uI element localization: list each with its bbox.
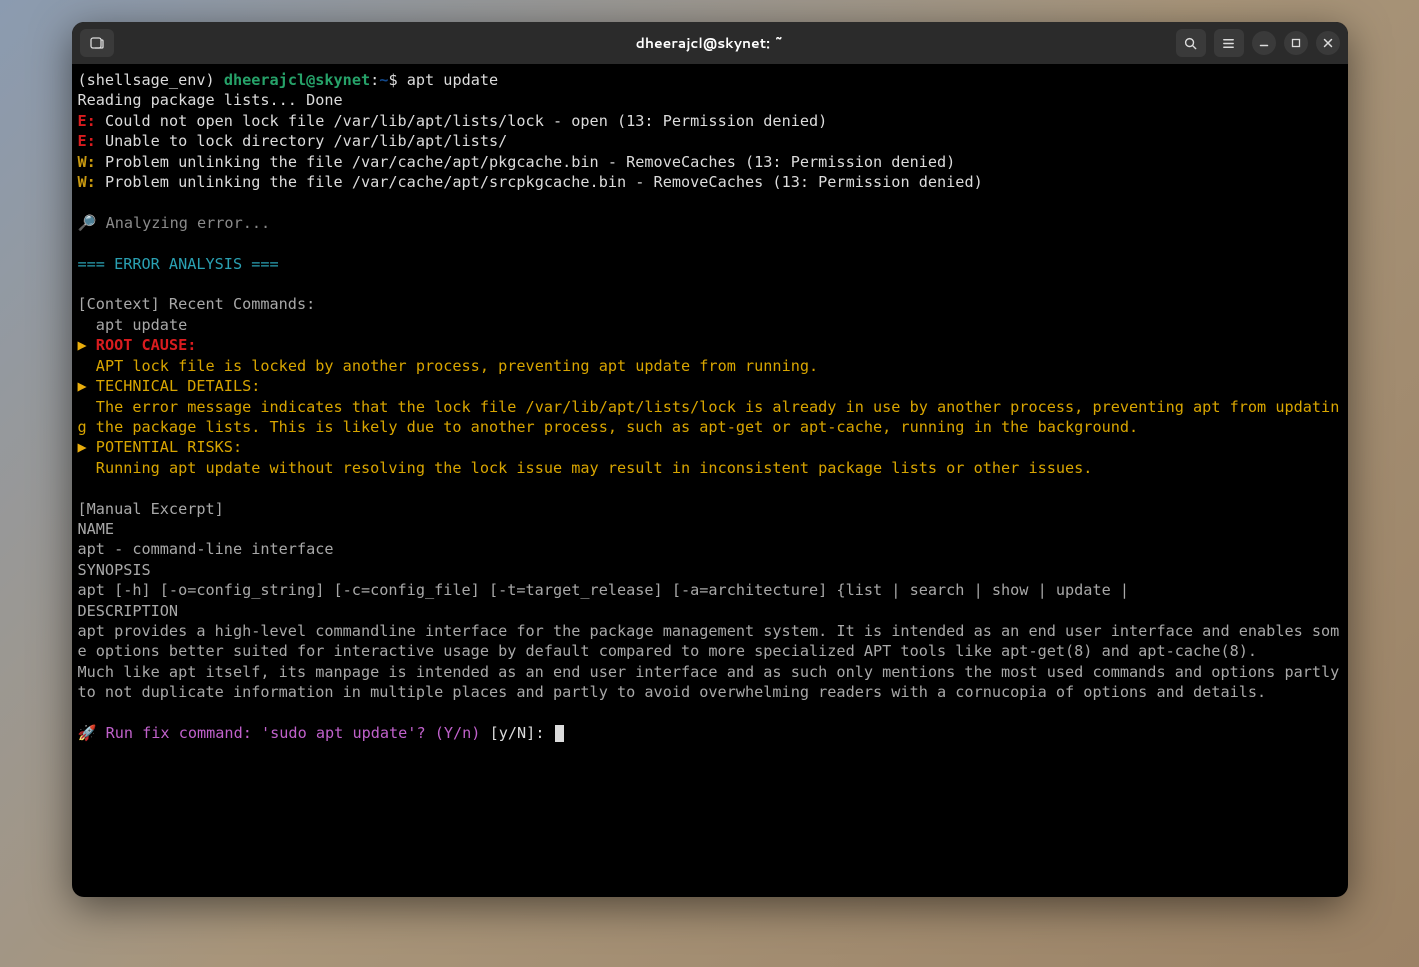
close-button[interactable] (1316, 31, 1340, 55)
warn-msg: Problem unlinking the file /var/cache/ap… (96, 173, 983, 191)
minimize-button[interactable] (1252, 31, 1276, 55)
warn-prefix: W: (78, 153, 96, 171)
blank-line (78, 703, 1342, 723)
maximize-icon (1291, 38, 1301, 48)
context-label: [Context] Recent Commands: (78, 294, 1342, 314)
risks-header: ▶ POTENTIAL RISKS: (78, 437, 1342, 457)
titlebar-left (80, 29, 114, 57)
analyzing-line: 🔎 Analyzing error... (78, 213, 1342, 233)
new-tab-icon (89, 35, 105, 51)
root-cause-detail: APT lock file is locked by another proce… (78, 356, 1342, 376)
window-title: dheerajcl@skynet: ~ (636, 33, 784, 53)
error-msg: Unable to lock directory /var/lib/apt/li… (96, 132, 507, 150)
technical-header: ▶ TECHNICAL DETAILS: (78, 376, 1342, 396)
risks-label: POTENTIAL RISKS: (96, 438, 242, 456)
root-cause-header: ▶ ROOT CAUSE: (78, 335, 1342, 355)
error-analysis-header: === ERROR ANALYSIS === (78, 254, 1342, 274)
warn-line-1: W: Problem unlinking the file /var/cache… (78, 152, 1342, 172)
bullet-icon: ▶ (78, 438, 96, 456)
close-icon (1323, 38, 1333, 48)
blank-line (78, 478, 1342, 498)
warn-msg: Problem unlinking the file /var/cache/ap… (96, 153, 956, 171)
titlebar: dheerajcl@skynet: ~ (72, 22, 1348, 64)
reading-line: Reading package lists... Done (78, 90, 1342, 110)
maximize-button[interactable] (1284, 31, 1308, 55)
blank-line (78, 274, 1342, 294)
fix-prompt-line[interactable]: 🚀 Run fix command: 'sudo apt update'? (Y… (78, 723, 1342, 743)
minimize-icon (1259, 38, 1269, 48)
manual-label: [Manual Excerpt] (78, 499, 1342, 519)
context-cmd: apt update (78, 315, 1342, 335)
magnifier-icon: 🔎 (78, 214, 106, 232)
bullet-icon: ▶ (78, 336, 96, 354)
fix-prompt-text: Run fix command: 'sudo apt update'? (Y/n… (106, 724, 481, 742)
root-cause-label: ROOT CAUSE: (96, 336, 197, 354)
warn-prefix: W: (78, 173, 96, 191)
new-tab-button[interactable] (80, 29, 114, 57)
blank-line (78, 192, 1342, 212)
manual-description: DESCRIPTION (78, 601, 1342, 621)
technical-label: TECHNICAL DETAILS: (96, 377, 261, 395)
error-line-1: E: Could not open lock file /var/lib/apt… (78, 111, 1342, 131)
bullet-icon: ▶ (78, 377, 96, 395)
technical-detail: The error message indicates that the loc… (78, 397, 1342, 438)
manual-synopsis: SYNOPSIS (78, 560, 1342, 580)
search-icon (1183, 36, 1198, 51)
titlebar-right (1176, 29, 1340, 57)
fix-bracket: [y/N]: (480, 724, 553, 742)
cursor (555, 725, 564, 742)
userhost: dheerajcl@skynet (224, 71, 370, 89)
analyzing-text: Analyzing error... (106, 214, 271, 232)
manual-name-line: apt - command-line interface (78, 539, 1342, 559)
risks-detail: Running apt update without resolving the… (78, 458, 1342, 478)
manual-desc-para: apt provides a high-level commandline in… (78, 621, 1342, 703)
error-line-2: E: Unable to lock directory /var/lib/apt… (78, 131, 1342, 151)
prompt-line: (shellsage_env) dheerajcl@skynet:~$ apt … (78, 70, 1342, 90)
manual-synopsis-line: apt [-h] [-o=config_string] [-c=config_f… (78, 580, 1342, 600)
blank-line (78, 233, 1342, 253)
terminal-body[interactable]: (shellsage_env) dheerajcl@skynet:~$ apt … (72, 64, 1348, 897)
error-msg: Could not open lock file /var/lib/apt/li… (96, 112, 828, 130)
error-prefix: E: (78, 112, 96, 130)
warn-line-2: W: Problem unlinking the file /var/cache… (78, 172, 1342, 192)
env-prefix: (shellsage_env) (78, 71, 224, 89)
search-button[interactable] (1176, 29, 1206, 57)
typed-command: apt update (407, 71, 498, 89)
terminal-window: dheerajcl@skynet: ~ (72, 22, 1348, 897)
colon: : (370, 71, 379, 89)
error-prefix: E: (78, 132, 96, 150)
hamburger-icon (1221, 36, 1236, 51)
rocket-icon: 🚀 (78, 724, 106, 742)
manual-name: NAME (78, 519, 1342, 539)
dollar: $ (388, 71, 406, 89)
menu-button[interactable] (1214, 29, 1244, 57)
